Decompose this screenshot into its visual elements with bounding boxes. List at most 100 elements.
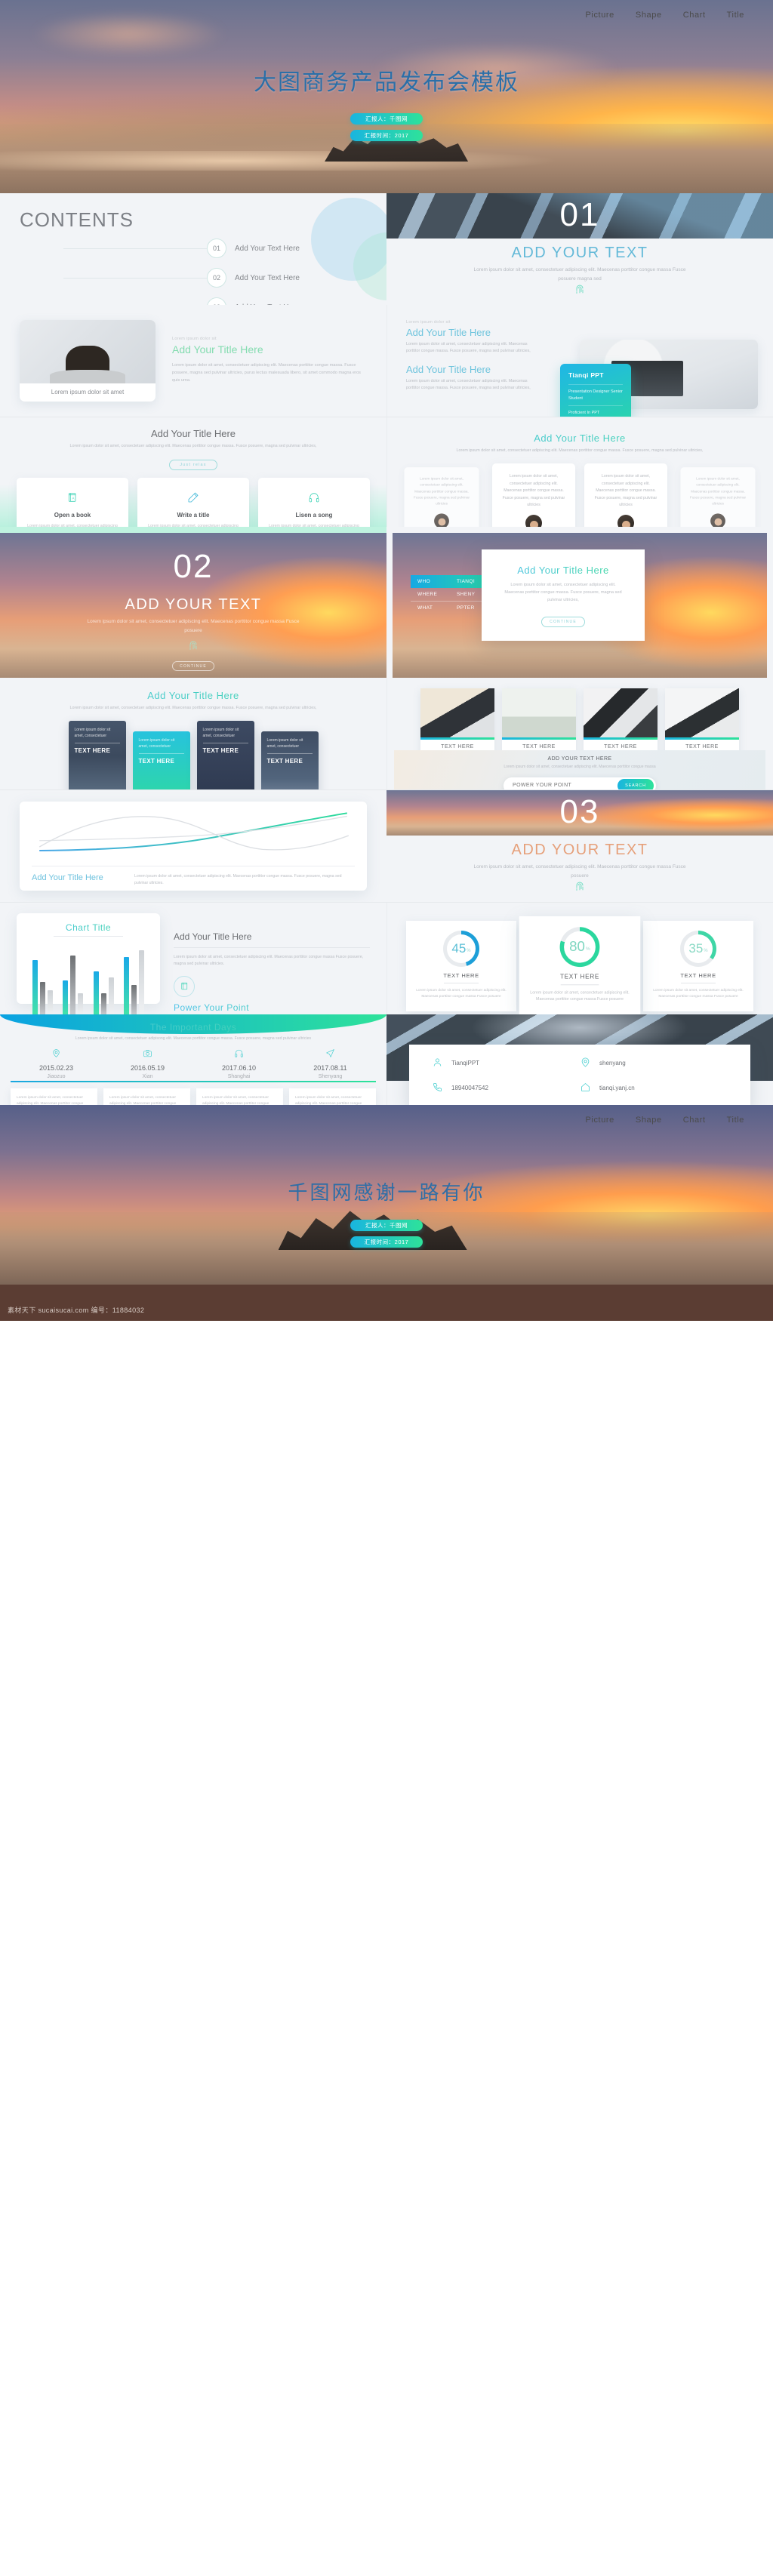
block-body: Lorem ipsum dolor sit amet, consectetuer… bbox=[174, 955, 364, 967]
line-chart-title: Add Your Title Here bbox=[32, 873, 103, 882]
nav-item-chart[interactable]: Chart bbox=[683, 1116, 706, 1125]
presenter-button[interactable]: 汇报人：千图网 bbox=[350, 1220, 423, 1231]
feature-card[interactable]: A Open a book Lorem ipsum dolor sit amet… bbox=[17, 478, 128, 527]
search-bar[interactable]: SEARCH bbox=[504, 777, 656, 789]
contact-row[interactable]: shenyang bbox=[580, 1057, 728, 1069]
row-key: WHERE bbox=[417, 592, 438, 597]
feature-text: Lorem ipsum dolor sit amet, consectetuer… bbox=[269, 524, 359, 527]
bar-chart bbox=[17, 943, 160, 1014]
who-panel-slide: WHO TIANQI WHERE SHENY WHAT PPTER Add Yo… bbox=[386, 527, 773, 678]
block-body: Lorem ipsum dolor sit amet, consectetuer… bbox=[172, 363, 361, 383]
line-chart-body: Lorem ipsum dolor sit amet, consectetuer… bbox=[134, 874, 342, 886]
nav-item-chart[interactable]: Chart bbox=[683, 11, 706, 20]
search-button[interactable]: SEARCH bbox=[617, 778, 654, 789]
row-key: WHO bbox=[417, 579, 431, 584]
toc-number: 02 bbox=[207, 268, 226, 288]
donut-chart: 45% bbox=[443, 931, 479, 967]
timeline-item[interactable]: 2015.02.23 Jiaozuo bbox=[16, 1048, 97, 1079]
continue-button[interactable]: CONTINUE bbox=[541, 617, 585, 628]
nav-item-title[interactable]: Title bbox=[727, 11, 744, 20]
content-row-4: Add Your Title Here Lorem ipsum dolor si… bbox=[0, 678, 773, 789]
timeline-item[interactable]: 2017.06.10 Shanghai bbox=[199, 1048, 280, 1079]
toc-number: 03 bbox=[207, 297, 226, 305]
row-value: TIANQI bbox=[457, 579, 476, 584]
block-title-2: Add Your Title Here bbox=[406, 363, 491, 375]
phone-card[interactable]: Lorem ipsum dolor sit amet, consectetuer… bbox=[260, 731, 319, 789]
gauge-value: 80 bbox=[569, 938, 585, 955]
contact-row[interactable]: TianqiPPT bbox=[432, 1057, 580, 1069]
nav-item-title[interactable]: Title bbox=[727, 1116, 744, 1125]
block-title: Add Your Title Here bbox=[174, 931, 252, 942]
testimonial-card[interactable]: Lorem ipsum dolor sit amet, consectetuer… bbox=[584, 463, 667, 527]
feature-card[interactable]: Write a title Lorem ipsum dolor sit amet… bbox=[137, 478, 249, 527]
gallery-list: TEXT HERE TEXT HERE TEXT HERE TEXT HERE bbox=[386, 678, 773, 755]
phone-card[interactable]: Lorem ipsum dolor sit amet, consectetuer… bbox=[132, 731, 190, 789]
just-relax-button[interactable]: Just relax bbox=[169, 460, 217, 471]
card-title: TEXT HERE bbox=[74, 743, 120, 754]
fingerprint-icon bbox=[187, 640, 199, 656]
gallery-item[interactable]: TEXT HERE bbox=[420, 688, 494, 755]
profile-name: Tianqi PPT bbox=[568, 371, 604, 379]
date-button[interactable]: 汇报时间：2017 bbox=[350, 1236, 423, 1248]
timeline-item[interactable]: 2017.08.11 Shenyang bbox=[290, 1048, 371, 1079]
testimonial-card[interactable]: Lorem ipsum dolor sit amet, consectetuer… bbox=[492, 463, 575, 527]
card-title: TEXT HERE bbox=[266, 753, 313, 765]
nav-item-picture[interactable]: Picture bbox=[585, 11, 614, 20]
photo-card: Lorem ipsum dolor sit amet bbox=[20, 320, 156, 402]
gauge-card[interactable]: 45% TEXT HERE Lorem ipsum dolor sit amet… bbox=[406, 921, 516, 1011]
feature-card[interactable]: Lisen a song Lorem ipsum dolor sit amet,… bbox=[258, 478, 370, 527]
nav-item-shape[interactable]: Shape bbox=[636, 1116, 662, 1125]
photo-caption: Lorem ipsum dolor sit amet bbox=[51, 389, 125, 395]
avatar bbox=[710, 513, 725, 527]
timeline-item[interactable]: 2016.05.19 Xian bbox=[107, 1048, 189, 1079]
date-button[interactable]: 汇报时间：2017 bbox=[350, 130, 423, 141]
camera-icon bbox=[143, 1048, 152, 1061]
section-subtext: Lorem ipsum dolor sit amet, consectetuer… bbox=[87, 619, 300, 634]
testimonials-title: Add Your Title Here bbox=[386, 432, 773, 444]
location-pin-icon bbox=[580, 1057, 591, 1069]
card-title: Add Your Title Here bbox=[501, 565, 625, 576]
testimonial-card[interactable]: Lorem ipsum dolor sit amet, consectetuer… bbox=[680, 467, 756, 527]
timeline-title: The Important Days bbox=[0, 1022, 386, 1033]
gauge-value: 35 bbox=[688, 941, 704, 956]
promo-sub: Lorem ipsum dolor sit amet, consectetuer… bbox=[504, 765, 656, 769]
block-title-1: Add Your Title Here bbox=[406, 327, 491, 338]
nav-item-picture[interactable]: Picture bbox=[585, 1116, 614, 1125]
phone-card[interactable]: Lorem ipsum dolor sit amet, consectetuer… bbox=[196, 721, 254, 789]
section-01-slide: 01 ADD YOUR TEXT Lorem ipsum dolor sit a… bbox=[386, 193, 773, 305]
gauge-text: Lorem ipsum dolor sit amet, consectetuer… bbox=[530, 991, 630, 1002]
section-subtext: Lorem ipsum dolor sit amet, consectetuer… bbox=[473, 864, 686, 879]
feature-title: Open a book bbox=[54, 512, 91, 519]
gauge-card[interactable]: 80% TEXT HERE Lorem ipsum dolor sit amet… bbox=[519, 916, 641, 1014]
testimonial-card[interactable]: Lorem ipsum dolor sit amet, consectetuer… bbox=[404, 467, 479, 527]
info-card: Add Your Title Here Lorem ipsum dolor si… bbox=[482, 549, 645, 642]
profile-skill-1: Proficient In PPT bbox=[568, 405, 623, 417]
contact-row[interactable]: tianqi.yanj.cn bbox=[580, 1082, 728, 1094]
list-item[interactable]: 01 Add Your Text Here bbox=[63, 237, 365, 260]
testimonials-sub: Lorem ipsum dolor sit amet, consectetuer… bbox=[456, 448, 704, 453]
block-title: Add Your Title Here bbox=[172, 343, 263, 356]
search-input[interactable] bbox=[513, 783, 617, 789]
gauge-card[interactable]: 35% TEXT HERE Lorem ipsum dolor sit amet… bbox=[643, 921, 753, 1011]
gallery-item[interactable]: TEXT HERE bbox=[502, 688, 576, 755]
card-lead: Lorem ipsum dolor sit amet, consectetuer bbox=[74, 728, 111, 738]
nav-item-shape[interactable]: Shape bbox=[636, 11, 662, 20]
features-slide: Add Your Title Here Lorem ipsum dolor si… bbox=[0, 417, 386, 527]
phone-card[interactable]: Lorem ipsum dolor sit amet, consectetuer… bbox=[68, 721, 126, 789]
contact-value: shenyang bbox=[599, 1060, 626, 1066]
list-item[interactable]: 02 Add Your Text Here bbox=[63, 266, 365, 289]
timeline-city: Jiaozuo bbox=[47, 1074, 66, 1080]
eyebrow-text: Lorem ipsum dolor sit bbox=[172, 337, 217, 342]
list-item[interactable]: 03 Add Your Text Here bbox=[63, 296, 365, 305]
continue-button[interactable]: CONTINUE bbox=[172, 661, 214, 671]
presenter-button[interactable]: 汇报人：千图网 bbox=[350, 113, 423, 125]
promo-title: ADD YOUR TEXT HERE bbox=[547, 756, 612, 762]
gallery-item[interactable]: TEXT HERE bbox=[665, 688, 739, 755]
gallery-item[interactable]: TEXT HERE bbox=[584, 688, 658, 755]
contact-row[interactable]: 18940047542 bbox=[432, 1082, 580, 1094]
contact-slide: TianqiPPT shenyang 18940047542 tianqi.ya… bbox=[386, 1014, 773, 1105]
image-text-slide: Lorem ipsum dolor sit amet Lorem ipsum d… bbox=[0, 305, 386, 417]
home-icon bbox=[580, 1082, 591, 1094]
gauge-label: TEXT HERE bbox=[680, 972, 716, 979]
timeline-date: 2017.06.10 bbox=[221, 1064, 257, 1073]
